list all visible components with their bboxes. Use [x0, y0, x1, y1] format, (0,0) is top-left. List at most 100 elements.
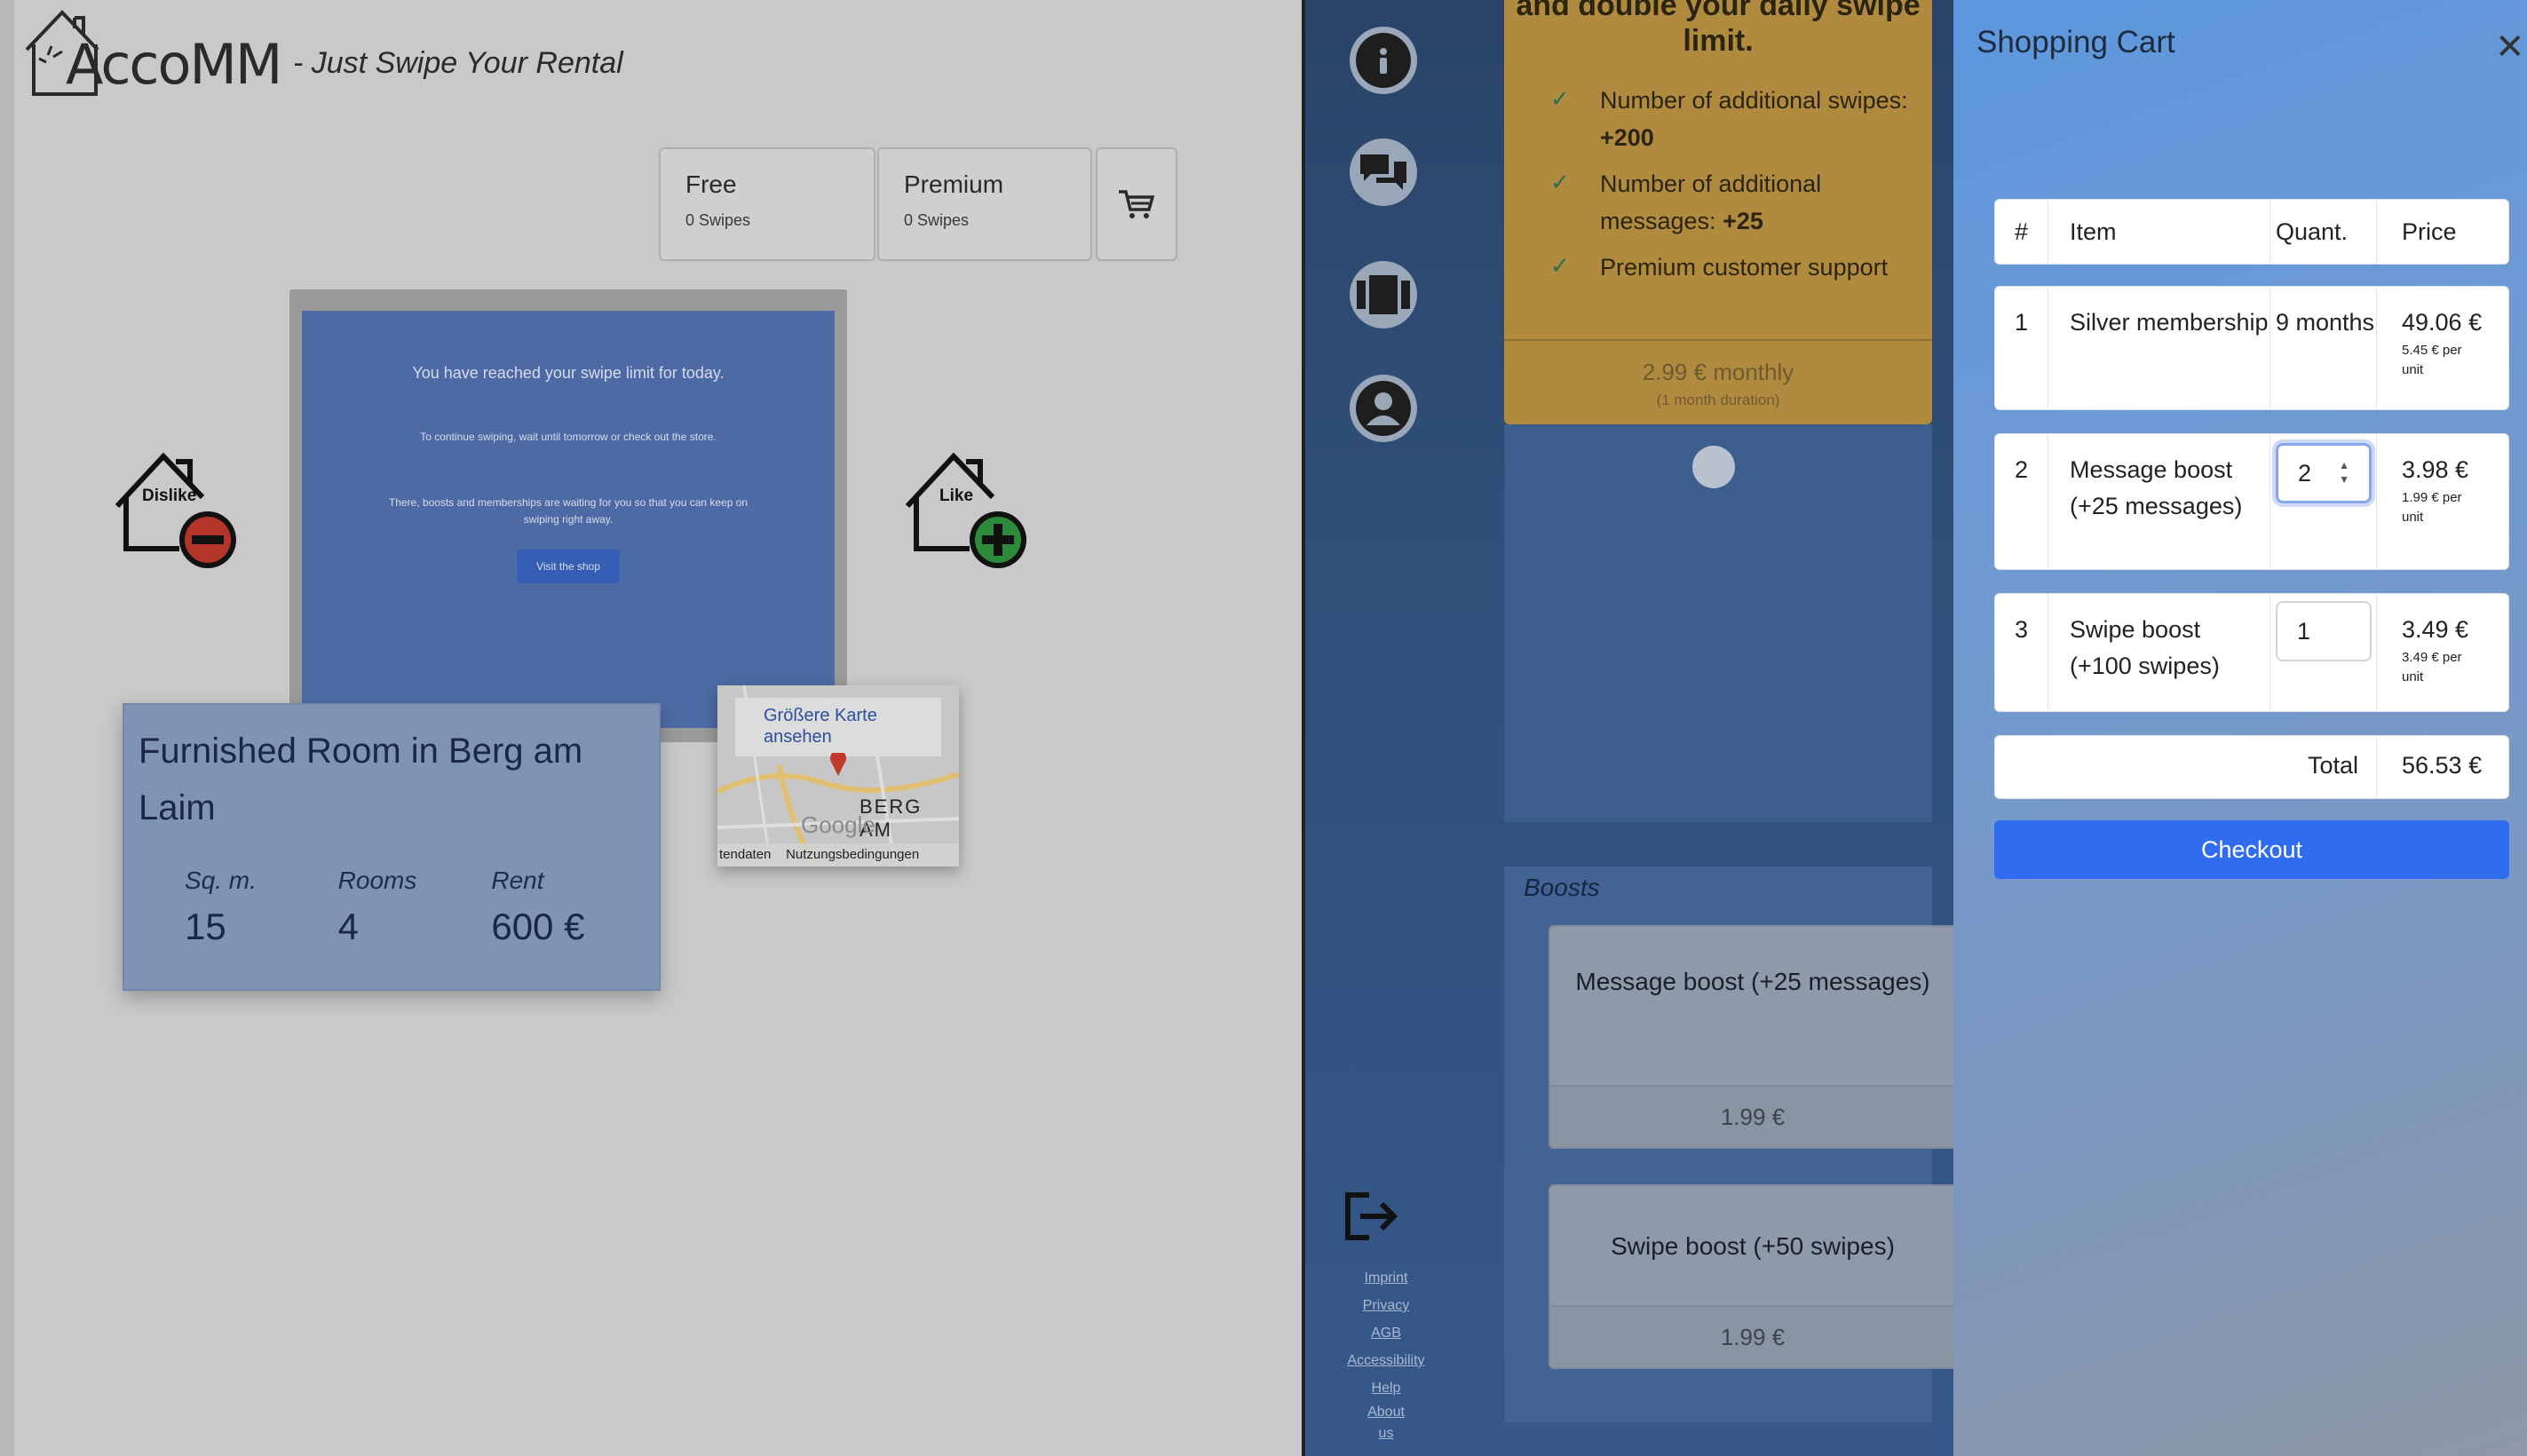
- tagline: - Just Swipe Your Rental: [293, 46, 623, 80]
- app-logo[interactable]: AccoMM: [21, 5, 282, 98]
- item-quantity-cell: 2 ▲ ▼: [2270, 434, 2377, 569]
- agb-link[interactable]: AGB: [1302, 1319, 1470, 1347]
- logout-button[interactable]: [1343, 1190, 1399, 1247]
- quantity-stepper[interactable]: 1: [2276, 601, 2372, 661]
- boost-price: 1.99 €: [1550, 1085, 1953, 1147]
- user-icon: [1366, 392, 1400, 425]
- cart-button[interactable]: [1096, 147, 1177, 261]
- premium-price: 2.99 € monthly: [1642, 359, 1794, 385]
- spinner-arrows-icon[interactable]: ▲ ▼: [2339, 458, 2349, 487]
- item-unit-price: 5.45 € per unit: [2402, 343, 2462, 377]
- total-value: 56.53 €: [2402, 752, 2483, 779]
- logo-text: AccoMM: [66, 32, 282, 97]
- info-button[interactable]: [1350, 27, 1417, 94]
- map-data-text: tendaten: [719, 847, 772, 862]
- item-unit-price: 1.99 € per unit: [2402, 490, 2462, 525]
- feature-value: +200: [1600, 124, 1654, 151]
- plan-free[interactable]: Free 0 Swipes: [659, 147, 875, 261]
- checkout-button[interactable]: Checkout: [1994, 820, 2509, 879]
- plan-swipes: 0 Swipes: [904, 211, 970, 229]
- dislike-house-icon: [115, 452, 236, 568]
- boosts-title: Boosts: [1524, 874, 1600, 901]
- like-button[interactable]: Like: [899, 444, 1032, 577]
- cards-icon: [1357, 275, 1410, 314]
- cart-item-row: 2 Message boost (+25 messages) 2 ▲ ▼ 3.98…: [1994, 433, 2509, 570]
- close-icon[interactable]: ✕: [2495, 27, 2525, 67]
- apartment-photo[interactable]: You have reached your swipe limit for to…: [289, 289, 847, 742]
- chat-icon: [1360, 154, 1406, 190]
- plan-swipes: 0 Swipes: [685, 211, 751, 229]
- boost-card-messages[interactable]: Message boost (+25 messages) 1.99 €: [1549, 925, 1953, 1149]
- shop-panel: and double your daily swipe limit. ✓ Numb…: [1302, 0, 1953, 1456]
- imprint-link[interactable]: Imprint: [1302, 1264, 1470, 1292]
- stat-label: Rent: [491, 866, 544, 894]
- shopping-cart-panel: Shopping Cart ✕ # Item Quant. Price 1 Si…: [1953, 0, 2527, 1456]
- stat-sqm: Sq. m. 15: [185, 866, 338, 948]
- boost-name: Swipe boost (+50 swipes): [1611, 1232, 1895, 1260]
- swipe-limit-boost-info: There, boosts and memberships are waitin…: [388, 496, 749, 526]
- header-quant: Quant.: [2270, 200, 2377, 264]
- swipe-view-button[interactable]: [1350, 261, 1417, 328]
- check-icon: ✓: [1550, 252, 1570, 279]
- item-unit-price: 3.49 € per unit: [2402, 650, 2462, 684]
- privacy-link[interactable]: Privacy: [1302, 1292, 1470, 1319]
- boost-name: Message boost (+25 messages): [1575, 968, 1930, 995]
- profile-button[interactable]: [1350, 375, 1417, 442]
- map-footer: tendaten Nutzungsbedingungen: [717, 843, 959, 866]
- larger-map-link[interactable]: Größere Karte ansehen: [735, 698, 941, 756]
- quantity-value: 1: [2297, 617, 2311, 645]
- feature-item: ✓ Premium customer support: [1550, 249, 1914, 286]
- left-edge: [0, 0, 14, 1456]
- stat-rent: Rent 600 €: [491, 866, 645, 948]
- item-price: 3.49 €: [2402, 616, 2469, 643]
- item-price: 3.98 €: [2402, 456, 2469, 483]
- listing-title: Furnished Room in Berg am Laim: [139, 732, 583, 827]
- carousel-indicator[interactable]: [1692, 446, 1735, 488]
- shopping-cart-icon: [1119, 190, 1155, 218]
- boosts-section: Boosts Message boost (+25 messages) 1.99…: [1504, 866, 1953, 1422]
- feature-value: +25: [1723, 208, 1763, 234]
- feature-item: ✓ Number of additional swipes: +200: [1550, 82, 1914, 156]
- help-link[interactable]: Help: [1302, 1374, 1470, 1402]
- premium-features: ✓ Number of additional swipes: +200 ✓ Numb…: [1504, 82, 1932, 286]
- stat-rooms: Rooms 4: [338, 866, 492, 948]
- premium-membership-card[interactable]: and double your daily swipe limit. ✓ Numb…: [1504, 0, 1932, 424]
- total-label: Total: [2270, 736, 2377, 798]
- listing-card[interactable]: Furnished Room in Berg am Laim Sq. m. 15…: [123, 703, 661, 991]
- quantity-stepper[interactable]: 2 ▲ ▼: [2276, 443, 2372, 503]
- plan-premium[interactable]: Premium 0 Swipes: [877, 147, 1092, 261]
- logout-icon: [1345, 1192, 1398, 1240]
- item-price-cell: 49.06 € 5.45 € per unit: [2377, 287, 2510, 409]
- main-app-area: AccoMM - Just Swipe Your Rental Free 0 S…: [0, 0, 1302, 1456]
- plan-name: Premium: [904, 170, 1004, 198]
- item-price: 49.06 €: [2402, 309, 2483, 336]
- plan-name: Free: [685, 170, 737, 198]
- visit-shop-button[interactable]: Visit the shop: [517, 550, 620, 583]
- header-price: Price: [2402, 218, 2457, 245]
- item-name: Swipe boost (+100 swipes): [2048, 594, 2270, 711]
- stat-value: 4: [337, 906, 360, 947]
- info-icon: [1380, 48, 1387, 74]
- item-num: 2: [1995, 434, 2048, 569]
- google-logo: Google: [801, 811, 875, 838]
- like-label: Like: [939, 487, 974, 505]
- boost-card-swipes[interactable]: Swipe boost (+50 swipes) 1.99 €: [1549, 1184, 1953, 1369]
- cart-header-row: # Item Quant. Price: [1994, 199, 2509, 265]
- map-widget[interactable]: Größere Karte ansehen BERG AM Google ten…: [717, 685, 959, 866]
- map-terms-link[interactable]: Nutzungsbedingungen: [786, 847, 919, 862]
- about-link[interactable]: About us: [1359, 1402, 1413, 1444]
- item-quantity-cell: 1: [2270, 594, 2377, 711]
- stat-value: 15: [185, 906, 226, 947]
- dislike-label: Dislike: [142, 487, 197, 505]
- cart-item-row: 3 Swipe boost (+100 swipes) 1 3.49 € 3.4…: [1994, 593, 2509, 712]
- item-num: 1: [1995, 287, 2048, 409]
- map-pin-icon: [830, 753, 846, 776]
- check-icon: ✓: [1550, 85, 1570, 112]
- footer-links: Imprint Privacy AGB Accessibility Help A…: [1302, 1264, 1470, 1444]
- item-quantity: 9 months: [2270, 287, 2377, 409]
- feature-text: Number of additional messages:: [1600, 170, 1822, 234]
- swipe-limit-message: You have reached your swipe limit for to…: [412, 364, 725, 382]
- dislike-button[interactable]: Dislike: [108, 444, 242, 577]
- messages-button[interactable]: [1350, 138, 1417, 206]
- accessibility-link[interactable]: Accessibility: [1302, 1347, 1470, 1374]
